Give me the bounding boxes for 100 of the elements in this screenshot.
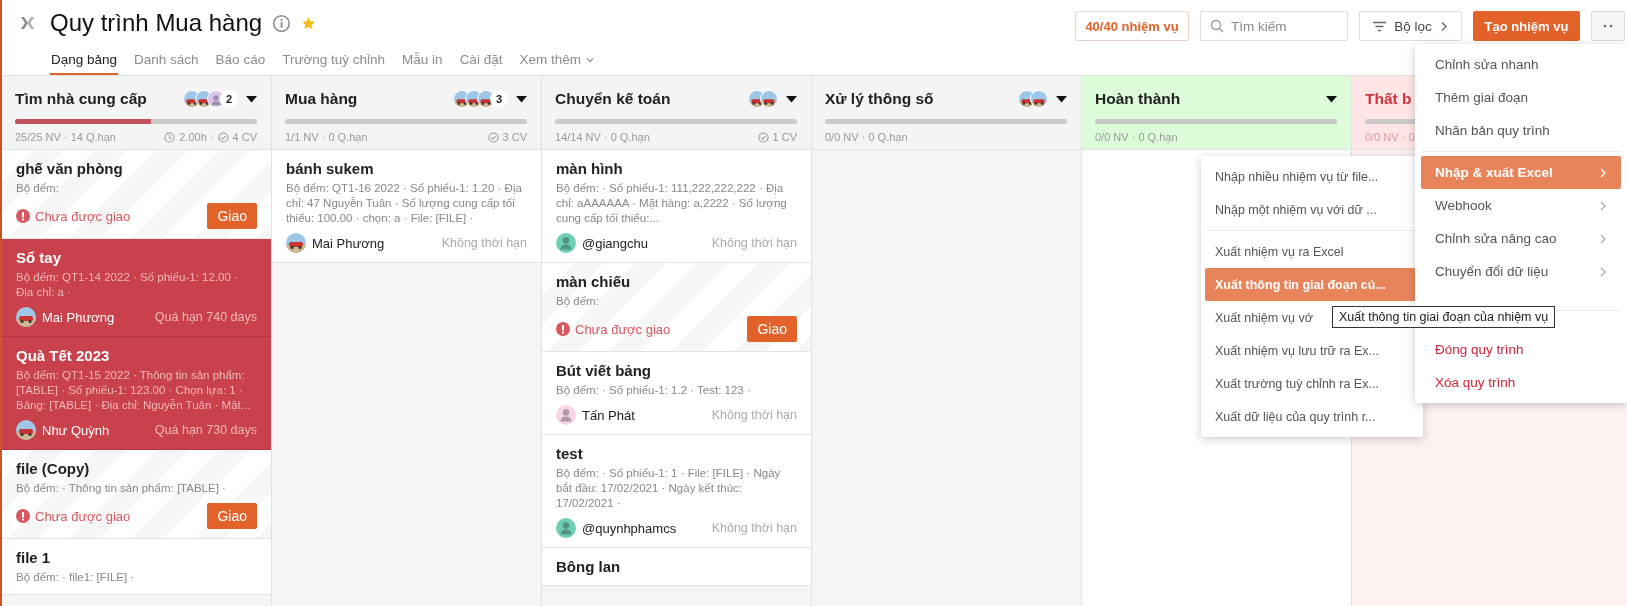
column-title: Chuyển kế toán xyxy=(555,90,671,108)
task-title: Bút viết bảng xyxy=(556,361,652,380)
column-title: Hoàn thành xyxy=(1095,90,1181,108)
warning-icon xyxy=(16,209,30,223)
task-card[interactable]: ghế văn phòng Bộ đếm: Chưa được giao Giao xyxy=(2,150,271,239)
due-label: Không thời hạn xyxy=(711,408,797,422)
column-stats: 1/1 NV · 0 Q.hạn xyxy=(285,131,368,143)
info-icon[interactable] xyxy=(272,13,292,33)
tooltip: Xuất thông tin giai đoạn của nhiệm vụ xyxy=(1332,306,1556,328)
avatar xyxy=(16,307,36,327)
task-title: file (Copy) xyxy=(16,459,91,478)
task-details: Bộ đếm: · file1: [FILE] · xyxy=(16,570,136,585)
tab[interactable]: Báo cáo xyxy=(214,46,267,75)
clock-icon xyxy=(164,131,176,143)
assignee-name: Như Quỳnh xyxy=(42,422,110,438)
task-card[interactable]: Bông lan xyxy=(542,548,811,586)
due-label: Không thời hạn xyxy=(711,521,797,535)
column-stats: 0/0 NV · 0 xyxy=(1365,131,1415,143)
column-title: Thất b xyxy=(1365,90,1412,108)
avatar xyxy=(16,420,36,440)
filter-button[interactable]: Bộ lọc xyxy=(1359,11,1462,41)
due-label: Không thời hạn xyxy=(711,236,797,250)
task-details: Bộ đếm: · Thông tin sản phẩm: [TABLE] · xyxy=(16,481,227,496)
menu-item[interactable]: Chuyển đổi dữ liệu xyxy=(1421,255,1621,288)
task-title: màn chiếu xyxy=(556,272,632,291)
chevron-right-icon xyxy=(1439,20,1448,32)
task-card[interactable]: Sổ tay Bộ đếm: QT1-14 2022 · Số phiếu-1: 12.00 · Địa chỉ: a · Mai Phương Quá hạn 740 days xyxy=(2,239,271,337)
time-label: 2.00h · xyxy=(179,131,214,143)
task-card[interactable]: màn hình Bộ đếm: · Số phiếu-1: 111,222,222,222 · Địa chỉ: aAAAAAA · Mặt hàng: a,2222 · Số lượng cung cấp tối thiểu:... @giangchu Không thời hạn xyxy=(542,150,811,263)
menu-item[interactable]: Chỉnh sửa nhanh xyxy=(1421,48,1621,81)
search-field[interactable]: Tìm kiếm xyxy=(1200,11,1348,41)
chevron-right-icon xyxy=(1599,265,1607,278)
assignee-name: @quynhphamcs xyxy=(582,520,677,536)
task-card[interactable]: Bút viết bảng Bộ đếm: · Số phiếu-1: 1.2 · Test: 123 · Tấn Phát Không thời hạn xyxy=(542,352,811,435)
task-card[interactable]: file 1 Bộ đếm: · file1: [FILE] · xyxy=(2,539,271,595)
task-count: 3 CV xyxy=(502,131,527,143)
column-stats: 25/25 NV · 14 Q.hạn xyxy=(15,131,116,143)
column-title: Tìm nhà cung cấp xyxy=(15,90,147,108)
avatar xyxy=(286,233,306,253)
assignee-name: Mai Phương xyxy=(312,235,385,251)
page-title: Quy trình Mua hàng xyxy=(50,9,263,37)
assignee-name: Mai Phương xyxy=(42,309,115,325)
task-title: Quà Tết 2023 xyxy=(16,346,111,365)
task-title: bánh sukem xyxy=(286,159,375,178)
task-title: màn hình xyxy=(556,159,624,178)
due-label: Quá hạn 730 days xyxy=(154,423,257,437)
menu-item[interactable]: Webhook xyxy=(1421,189,1621,222)
menu-item[interactable]: Chỉnh sửa nâng cao xyxy=(1421,222,1621,255)
task-card[interactable]: test Bộ đếm: · Số phiếu-1: 1 · File: [FILE] · Ngày bắt đầu: 17/02/2021 · Ngày kết thúc: 17/02/2021 · @quynhphamcs Không thời hạn xyxy=(542,435,811,548)
check-circle-icon xyxy=(217,131,229,143)
tab[interactable]: Mẫu in xyxy=(401,46,444,75)
assignee-name: Tấn Phát xyxy=(582,407,635,423)
task-card[interactable]: file (Copy) Bộ đếm: · Thông tin sản phẩm: [TABLE] · Chưa được giao Giao xyxy=(2,450,271,539)
menu-item[interactable]: Xuất trường tuỳ chỉnh ra Ex... xyxy=(1205,367,1419,400)
due-label: Không thời hạn xyxy=(441,236,527,250)
menu-item[interactable]: Đóng quy trình xyxy=(1421,333,1621,366)
menu-item[interactable]: Xuất dữ liệu của quy trình r... xyxy=(1205,400,1419,433)
menu-item[interactable]: Xóa quy trình xyxy=(1421,366,1621,399)
task-title: Sổ tay xyxy=(16,248,62,267)
column-stats: 0/0 NV · 0 Q.hạn xyxy=(825,131,908,143)
task-details: Bộ đếm: · Số phiếu-1: 1.2 · Test: 123 · xyxy=(556,383,752,398)
filter-icon xyxy=(1373,20,1387,32)
task-details: Bộ đếm: xyxy=(16,181,60,196)
check-circle-icon xyxy=(487,131,499,143)
menu-item[interactable]: Nhập một nhiệm vụ với dữ ... xyxy=(1205,193,1419,226)
assignee-name: @giangchu xyxy=(582,235,648,251)
status-label: Chưa được giao xyxy=(35,208,131,224)
status-label: Chưa được giao xyxy=(35,508,131,524)
caret-icon[interactable] xyxy=(246,95,257,103)
menu-item[interactable]: Xuất nhiệm vụ lưu trữ ra Ex... xyxy=(1205,334,1419,367)
menu-item[interactable]: Nhập nhiều nhiệm vụ từ file... xyxy=(1205,160,1419,193)
logo-icon[interactable] xyxy=(20,14,36,32)
caret-icon[interactable] xyxy=(786,95,797,103)
caret-icon[interactable] xyxy=(516,95,527,103)
star-icon[interactable] xyxy=(301,15,317,31)
warning-icon xyxy=(556,322,570,336)
task-card[interactable]: Quà Tết 2023 Bộ đếm: QT1-15 2022 · Thông tin sản phẩm: [TABLE] · Số phiếu-1: 123.00 · Chọn lựa: 1 · Bảng: [TABLE] · Địa chỉ: Nguyễn Tuân · Mặt... Như Quỳnh Quá hạn 730 days xyxy=(2,337,271,450)
tab[interactable]: Danh sách xyxy=(133,46,200,75)
task-card[interactable]: màn chiếu Bộ đếm: Chưa được giao Giao xyxy=(542,263,811,352)
task-title: Bông lan xyxy=(556,557,622,576)
task-count: 4 CV xyxy=(232,131,257,143)
caret-icon[interactable] xyxy=(1326,95,1337,103)
member-count: 3 xyxy=(490,90,508,108)
chevron-right-icon xyxy=(1599,232,1607,245)
task-details: Bộ đếm: QT1-15 2022 · Thông tin sản phẩm: [TABLE] · Số phiếu-1: 123.00 · Chọn lựa: 1 · Bảng: [TABLE] · Địa chỉ: Nguyễn Tuân · Mặt... xyxy=(16,368,252,413)
check-circle-icon xyxy=(757,131,769,143)
avatar xyxy=(760,90,778,108)
warning-icon xyxy=(16,509,30,523)
task-card[interactable]: bánh sukem Bộ đếm: QT1-16 2022 · Số phiếu-1: 1.20 · Địa chỉ: 47 Nguyễn Tuân · Số lượng cung cấp tối thiểu: 100.00 · chọn: a · File: [FILE] · Mai Phương Không thời hạn xyxy=(272,150,541,263)
column-stats: 0/0 NV · 0 Q.hạn xyxy=(1095,131,1178,143)
task-details: Bộ đếm: · Số phiếu-1: 111,222,222,222 · Địa chỉ: aAAAAAA · Mặt hàng: a,2222 · Số lượng cung cấp tối thiểu:... xyxy=(556,181,788,226)
avatar xyxy=(1030,90,1048,108)
caret-icon[interactable] xyxy=(1056,95,1067,103)
menu-item[interactable]: Nhân bản quy trình xyxy=(1421,114,1621,147)
menu-item[interactable]: Xuất nhiệm vụ ra Excel xyxy=(1205,235,1419,268)
more-icon xyxy=(1603,24,1613,28)
task-title: file 1 xyxy=(16,548,52,567)
tab[interactable]: Xem thêm xyxy=(518,46,596,75)
menu-item[interactable]: Thêm giai đoạn xyxy=(1421,81,1621,114)
chevron-right-icon xyxy=(1599,166,1607,179)
